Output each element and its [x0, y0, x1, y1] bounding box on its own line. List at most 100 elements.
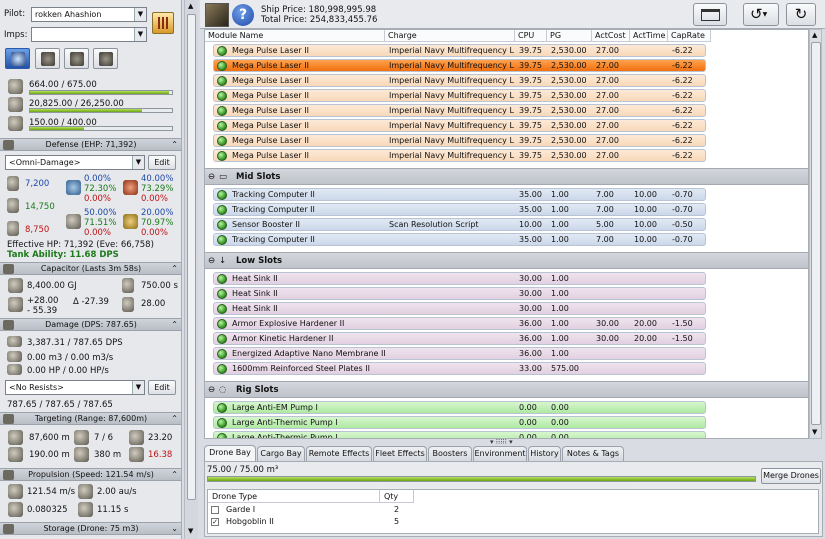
module-state-icon[interactable] — [217, 106, 227, 116]
collapse-icon[interactable]: ⊖ — [208, 382, 215, 398]
mode-button-4[interactable] — [93, 48, 118, 69]
table-row[interactable]: Heat Sink II 30.00 1.00 — [213, 272, 706, 285]
collapse-icon[interactable]: ⊖ — [208, 169, 215, 185]
table-row[interactable]: Mega Pulse Laser II Imperial Navy Multifr… — [213, 104, 706, 117]
window-layout-button[interactable] — [693, 3, 727, 26]
mode-button-2[interactable] — [35, 48, 60, 69]
drone-row[interactable]: ✓ Hobgoblin II 5 — [208, 516, 818, 528]
table-row[interactable]: Mega Pulse Laser II Imperial Navy Multifr… — [213, 44, 706, 57]
module-state-icon[interactable] — [217, 220, 227, 230]
scroll-down-icon[interactable]: ▼ — [812, 428, 817, 436]
col-cpu[interactable]: CPU — [515, 30, 547, 42]
left-scrollbar[interactable]: ▲ ▼ — [184, 0, 198, 539]
table-row[interactable]: 1600mm Reinforced Steel Plates II 33.00 57… — [213, 362, 706, 375]
table-row[interactable]: Large Anti-Thermic Pump I 0.00 0.00 — [213, 416, 706, 429]
table-row[interactable]: Mega Pulse Laser II Imperial Navy Multifr… — [213, 89, 706, 102]
collapse-icon[interactable]: ⊖ — [208, 253, 215, 269]
pilot-select[interactable]: rokken Ahashion ▼ — [31, 7, 147, 22]
table-row[interactable]: Mega Pulse Laser II Imperial Navy Multifr… — [213, 119, 706, 132]
col-charge[interactable]: Charge — [385, 30, 515, 42]
module-state-icon[interactable] — [217, 91, 227, 101]
undo-button[interactable]: ↺▼ — [743, 3, 779, 26]
module-state-icon[interactable] — [217, 235, 227, 245]
tab-cargo-bay[interactable]: Cargo Bay — [257, 446, 305, 461]
tab-notes-tags[interactable]: Notes & Tags — [562, 446, 624, 461]
scroll-down-icon[interactable]: ▼ — [188, 527, 193, 535]
damage-edit-button[interactable]: Edit — [148, 380, 176, 395]
tab-boosters[interactable]: Boosters — [428, 446, 472, 461]
table-row[interactable]: Mega Pulse Laser II Imperial Navy Multifr… — [213, 134, 706, 147]
section-header[interactable]: ⊖ ▭ Mid Slots — [205, 168, 808, 185]
module-state-icon[interactable] — [217, 364, 227, 374]
module-state-icon[interactable] — [217, 121, 227, 131]
ship-icon[interactable] — [205, 3, 229, 27]
table-row[interactable]: Large Anti-EM Pump I 0.00 0.00 — [213, 401, 706, 414]
defense-header[interactable]: Defense (EHP: 71,392) ⌃ — [0, 138, 181, 151]
help-icon[interactable]: ? — [232, 4, 254, 26]
splitter-handle[interactable]: ▾ ⁝⁝⁝⁝⁝ ▾ — [490, 438, 513, 446]
tab-drone-bay[interactable]: Drone Bay — [204, 445, 256, 461]
table-row[interactable]: Mega Pulse Laser II Imperial Navy Multifr… — [213, 149, 706, 162]
damage-profile-select[interactable]: <Omni-Damage> ▼ — [5, 155, 145, 170]
module-state-icon[interactable] — [217, 403, 227, 413]
scroll-thumb[interactable] — [187, 14, 196, 500]
implants-select[interactable]: ▼ — [31, 27, 147, 42]
module-state-icon[interactable] — [217, 433, 227, 438]
targeting-header[interactable]: Targeting (Range: 87,600m) ⌃ — [0, 412, 181, 425]
table-row[interactable]: Tracking Computer II 35.00 1.00 7.00 10.00 -0… — [213, 203, 706, 216]
module-state-icon[interactable] — [217, 136, 227, 146]
scroll-up-icon[interactable]: ▲ — [812, 31, 817, 39]
storage-header[interactable]: Storage (Drone: 75 m3) ⌄ — [0, 522, 181, 535]
scroll-up-icon[interactable]: ▲ — [188, 2, 193, 10]
table-row[interactable]: Heat Sink II 30.00 1.00 — [213, 302, 706, 315]
module-state-icon[interactable] — [217, 274, 227, 284]
col-module-name[interactable]: Module Name — [205, 30, 385, 42]
col-pg[interactable]: PG — [547, 30, 592, 42]
table-row[interactable]: Heat Sink II 30.00 1.00 — [213, 287, 706, 300]
merge-drones-button[interactable]: Merge Drones — [761, 468, 821, 484]
col-qty[interactable]: Qty — [380, 490, 414, 503]
skills-button[interactable] — [152, 12, 174, 34]
drone-row[interactable]: Garde I 2 — [208, 504, 818, 516]
module-state-icon[interactable] — [217, 61, 227, 71]
module-state-icon[interactable] — [217, 46, 227, 56]
table-scrollbar[interactable]: ▲ ▼ — [809, 29, 822, 439]
table-row[interactable]: Tracking Computer II 35.00 1.00 7.00 10.00 -0… — [213, 233, 706, 246]
table-row[interactable]: Energized Adaptive Nano Membrane II 36.00… — [213, 347, 706, 360]
tab-remote-effects[interactable]: Remote Effects — [306, 446, 372, 461]
drone-active-checkbox[interactable] — [211, 506, 219, 514]
col-actcost[interactable]: ActCost — [592, 30, 630, 42]
mode-button-3[interactable] — [64, 48, 89, 69]
module-state-icon[interactable] — [217, 190, 227, 200]
table-row[interactable]: Armor Kinetic Hardener II 36.00 1.00 30.00 2… — [213, 332, 706, 345]
table-row[interactable]: Tracking Computer II 35.00 1.00 7.00 10.00 -0… — [213, 188, 706, 201]
module-state-icon[interactable] — [217, 418, 227, 428]
module-state-icon[interactable] — [217, 76, 227, 86]
propulsion-header[interactable]: Propulsion (Speed: 121.54 m/s) ⌃ — [0, 468, 181, 481]
tab-fleet-effects[interactable]: Fleet Effects — [373, 446, 427, 461]
mode-button-1[interactable] — [5, 48, 30, 69]
drone-active-checkbox[interactable]: ✓ — [211, 518, 219, 526]
module-state-icon[interactable] — [217, 289, 227, 299]
defense-edit-button[interactable]: Edit — [148, 155, 176, 170]
table-row[interactable]: Sensor Booster II Scan Resolution Script 1… — [213, 218, 706, 231]
scroll-thumb[interactable] — [811, 42, 821, 425]
col-caprate[interactable]: CapRate — [668, 30, 711, 42]
module-state-icon[interactable] — [217, 205, 227, 215]
section-header[interactable]: ⊖ ◌ Rig Slots — [205, 381, 808, 398]
refresh-button[interactable]: ↻ — [786, 3, 816, 26]
capacitor-header[interactable]: Capacitor (Lasts 3m 58s) ⌃ — [0, 262, 181, 275]
table-row[interactable]: Large Anti-Thermic Pump I 0.00 0.00 — [213, 431, 706, 438]
module-state-icon[interactable] — [217, 319, 227, 329]
module-state-icon[interactable] — [217, 304, 227, 314]
table-row[interactable]: Mega Pulse Laser II Imperial Navy Multifr… — [213, 74, 706, 87]
table-row[interactable]: Mega Pulse Laser II Imperial Navy Multifr… — [213, 59, 706, 72]
module-state-icon[interactable] — [217, 349, 227, 359]
tab-environment[interactable]: Environment — [473, 446, 527, 461]
module-state-icon[interactable] — [217, 151, 227, 161]
table-row[interactable]: Armor Explosive Hardener II 36.00 1.00 30.0… — [213, 317, 706, 330]
module-state-icon[interactable] — [217, 334, 227, 344]
target-profile-select[interactable]: <No Resists> ▼ — [5, 380, 145, 395]
section-header[interactable]: ⊖ ↓ Low Slots — [205, 252, 808, 269]
tab-history[interactable]: History — [528, 446, 561, 461]
